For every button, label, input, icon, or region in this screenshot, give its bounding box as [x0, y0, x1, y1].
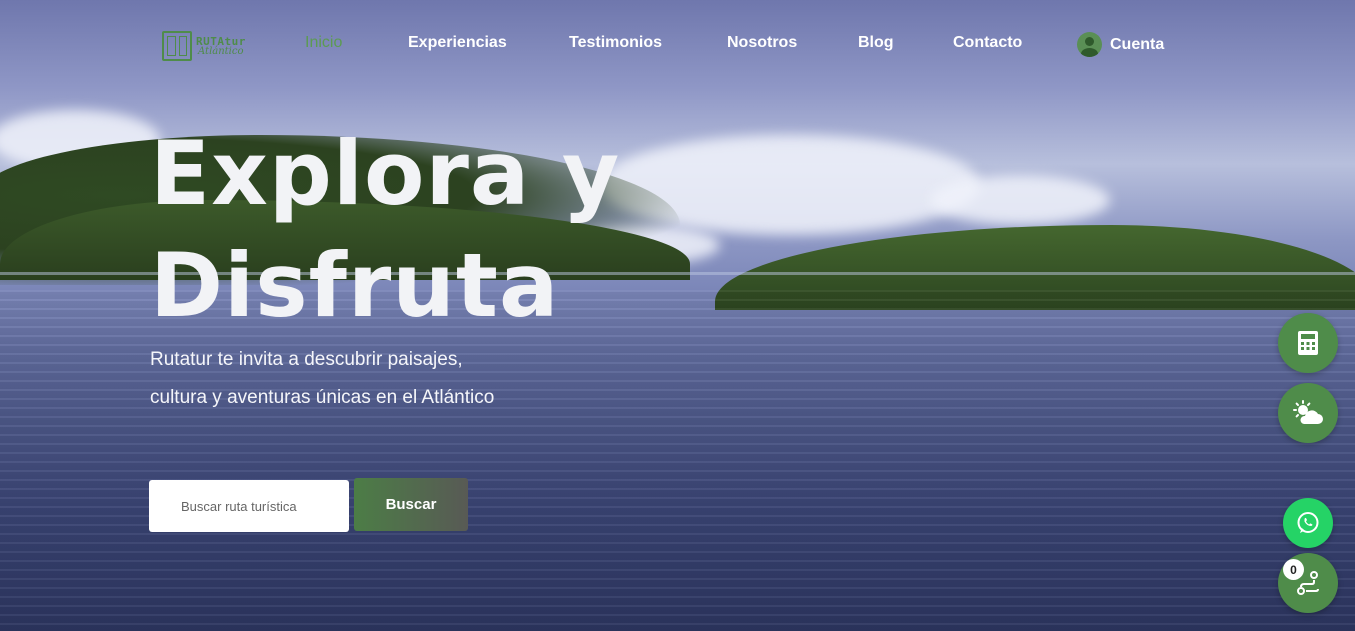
hero-title: Explora y Disfruta [150, 118, 710, 342]
nav-item-testimonios[interactable]: Testimonios [569, 34, 662, 52]
brand-logo[interactable]: RUTAtur Atlántico [162, 30, 262, 62]
calculator-icon [1298, 331, 1318, 355]
hero-subtitle-line1: Rutatur te invita a descubrir paisajes, [150, 349, 463, 370]
logo-text: RUTAtur Atlántico [196, 36, 246, 57]
cloud [930, 175, 1110, 225]
sun-cloud-icon [1293, 400, 1323, 424]
nav-item-contacto[interactable]: Contacto [953, 34, 1022, 52]
nav-item-nosotros[interactable]: Nosotros [727, 34, 797, 52]
logo-mark-icon [162, 31, 192, 61]
main-nav: RUTAtur Atlántico Inicio Experiencias Te… [0, 28, 1355, 62]
search-input[interactable] [149, 480, 349, 532]
hero-subtitle: Rutatur te invita a descubrir paisajes, … [150, 341, 570, 417]
nav-item-inicio[interactable]: Inicio [305, 34, 342, 52]
account-label: Cuenta [1110, 35, 1165, 53]
account-button[interactable]: Cuenta [1077, 32, 1164, 57]
search-button[interactable]: Buscar [354, 478, 468, 531]
whatsapp-icon [1297, 512, 1319, 533]
hero-subtitle-line2: cultura y aventuras únicas en el Atlánti… [150, 387, 495, 408]
nav-item-blog[interactable]: Blog [858, 34, 894, 52]
calculator-button[interactable] [1278, 313, 1338, 373]
hero-title-line1: Explora y [150, 122, 621, 225]
nav-item-experiencias[interactable]: Experiencias [408, 34, 507, 52]
route-count-badge: 0 [1283, 559, 1304, 580]
logo-subtitle: Atlántico [198, 45, 244, 57]
logo-title: RUTAtur [196, 34, 246, 48]
user-circle-icon [1077, 32, 1102, 57]
hero-title-line2: Disfruta [150, 234, 560, 337]
weather-button[interactable] [1278, 383, 1338, 443]
whatsapp-button[interactable] [1283, 498, 1333, 548]
